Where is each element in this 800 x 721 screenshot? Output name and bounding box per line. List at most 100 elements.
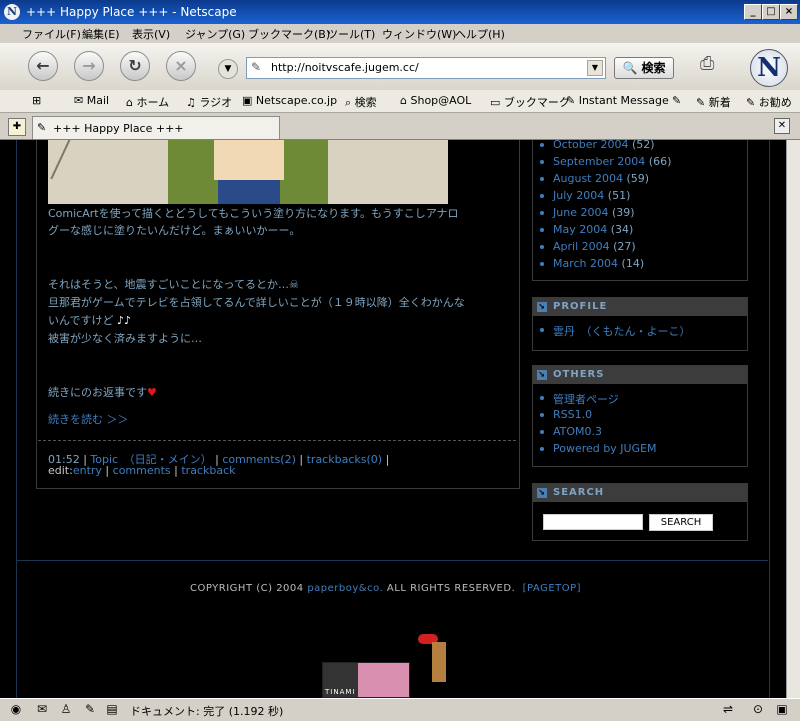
reload-button[interactable]: ↻ <box>120 51 150 81</box>
archive-item[interactable]: July 2004 (51) <box>539 189 630 202</box>
blog-search-button[interactable]: SEARCH <box>649 514 713 531</box>
profile-header: ↘ PROFILE <box>533 298 747 316</box>
close-tab-button[interactable]: ✕ <box>774 118 790 134</box>
menu-file[interactable]: ファイル(F) <box>22 26 81 42</box>
address-book-icon[interactable]: ▤ <box>104 702 120 716</box>
archive-item[interactable]: August 2004 (59) <box>539 172 649 185</box>
bookmark-folder[interactable]: ▭ ブックマーク <box>490 94 570 110</box>
archive-item[interactable]: June 2004 (39) <box>540 206 635 219</box>
blog-search-input[interactable] <box>543 514 643 530</box>
edit-entry-link[interactable]: entry <box>73 464 102 477</box>
page-icon: ✎ <box>37 121 47 134</box>
page-content: ComicArtを使って描くとどうしてもこういう塗り方になります。もうすこしアナ… <box>0 140 786 698</box>
menu-go[interactable]: ジャンプ(G) <box>185 26 245 42</box>
connection-icon: ⇌ <box>722 702 734 716</box>
history-dropdown-icon[interactable]: ▼ <box>218 59 238 79</box>
tab-grid-icon[interactable]: ⊞ <box>32 94 41 107</box>
back-button[interactable]: ← <box>28 51 58 81</box>
bookmark-new[interactable]: ✎ 新着 <box>696 94 731 110</box>
bookmark-search[interactable]: ⌕ 検索 <box>345 94 377 110</box>
profile-name-link[interactable]: 雲丹 （くもたん・よーこ） <box>540 323 691 339</box>
bookmark-instant-message[interactable]: ✎ Instant Message <box>566 94 669 107</box>
admin-page-link[interactable]: 管理者ページ <box>540 391 619 407</box>
mail-icon[interactable]: ✉ <box>34 702 50 716</box>
arrow-icon: ↘ <box>537 302 547 312</box>
edit-comments-link[interactable]: comments <box>113 464 171 477</box>
archive-item[interactable]: May 2004 (34) <box>539 223 633 236</box>
entry-line-7: 続きにのお返事です♥ <box>48 386 157 399</box>
navigator-icon[interactable]: ◉ <box>8 702 24 716</box>
netscape-app-icon: N <box>4 4 20 20</box>
rss-link[interactable]: RSS1.0 <box>539 408 592 421</box>
vertical-scrollbar[interactable] <box>786 140 800 698</box>
menu-edit[interactable]: 編集(E) <box>82 26 120 42</box>
bookmark-radio[interactable]: ♫ ラジオ <box>186 94 232 110</box>
menu-tools[interactable]: ツール(T) <box>327 26 375 42</box>
archive-item[interactable]: September 2004 (66) <box>539 155 671 168</box>
aim-icon[interactable]: ♙ <box>58 702 74 716</box>
archive-item[interactable]: March 2004 (14) <box>539 257 644 270</box>
bookmark-netscape[interactable]: ▣ Netscape.co.jp <box>242 94 337 107</box>
powered-by-link[interactable]: Powered by JUGEM <box>540 442 657 455</box>
arrow-icon: ↘ <box>537 370 547 380</box>
tinami-banner[interactable]: TINAMI <box>322 662 410 698</box>
status-bar: ◉ ✉ ♙ ✎ ▤ ドキュメント: 完了 (1.192 秒) ⇌ ⊙ ▣ <box>0 698 800 721</box>
read-more-link[interactable]: 続きを読む ＞＞ <box>48 411 129 429</box>
page-icon: ✎ <box>251 60 262 74</box>
url-dropdown-icon[interactable]: ▼ <box>587 60 603 76</box>
footer-divider <box>16 560 768 561</box>
window-title: +++ Happy Place +++ - Netscape <box>26 5 237 19</box>
url-text: http://noitvscafe.jugem.cc/ <box>271 61 419 74</box>
composer-icon[interactable]: ✎ <box>82 702 98 716</box>
entry-edit-links: edit:entry | comments | trackback <box>48 464 236 477</box>
status-text: ドキュメント: 完了 (1.192 秒) <box>130 705 284 718</box>
archive-item[interactable]: April 2004 (27) <box>540 240 636 253</box>
paperboy-link[interactable]: paperboy&co. <box>307 583 383 594</box>
bookmark-recommend[interactable]: ✎ お勧め <box>746 94 792 110</box>
copyright: COPYRIGHT (C) 2004 paperboy&co. ALL RIGH… <box>190 583 582 594</box>
menu-window[interactable]: ウィンドウ(W) <box>382 26 456 42</box>
maximize-button[interactable]: □ <box>762 4 780 20</box>
title-bar: N +++ Happy Place +++ - Netscape _ □ × <box>0 0 800 24</box>
heart-icon: ♥ <box>147 386 157 399</box>
tab-bar: ✚ ✎ +++ Happy Place +++ ✕ <box>0 113 800 140</box>
entry-illustration <box>48 140 448 204</box>
entry-line-2: グーな感じに塗りたいんだけど。まぁいいかーー。 <box>48 224 301 237</box>
close-button[interactable]: × <box>780 4 798 20</box>
archive-item[interactable]: October 2004 (52) <box>540 140 655 151</box>
atom-link[interactable]: ATOM0.3 <box>539 425 602 438</box>
url-field[interactable]: ✎ http://noitvscafe.jugem.cc/ ▼ <box>246 57 606 79</box>
stop-button[interactable]: × <box>166 51 196 81</box>
others-box: ↘ OTHERS 管理者ページ RSS1.0 ATOM0.3 Powered by… <box>532 365 748 467</box>
entry-line-1: ComicArtを使って描くとどうしてもこういう塗り方になります。もうすこしアナ… <box>48 207 459 220</box>
minimize-button[interactable]: _ <box>744 4 762 20</box>
tab-happy-place[interactable]: ✎ +++ Happy Place +++ <box>32 116 280 139</box>
search-box: ↘ SEARCH SEARCH <box>532 483 748 541</box>
bookmark-pencil-icon[interactable]: ✎ <box>672 94 681 107</box>
trackbacks-link[interactable]: trackbacks(0) <box>307 453 382 466</box>
edit-trackback-link[interactable]: trackback <box>181 464 235 477</box>
entry-line-6: 被害が少なく済みますように… <box>48 332 202 345</box>
arrow-icon: ↘ <box>537 488 547 498</box>
entry-line-3: それはそうと、地震すごいことになってるとか…☠ <box>48 278 299 291</box>
entry-line-5: いんですけど ♪♪ <box>48 314 131 327</box>
menu-view[interactable]: 表示(V) <box>132 26 170 42</box>
forward-button[interactable]: → <box>74 51 104 81</box>
search-button[interactable]: 🔍 検索 <box>614 57 674 79</box>
bookmark-home[interactable]: ⌂ ホーム <box>126 94 169 110</box>
menu-help[interactable]: ヘルプ(H) <box>455 26 505 42</box>
navigation-toolbar: ← → ↻ × ▼ ✎ http://noitvscafe.jugem.cc/ … <box>0 43 800 91</box>
others-header: ↘ OTHERS <box>533 366 747 384</box>
entry-line-4: 旦那君がゲームでテレビを占領してるんで詳しいことが（１９時以降）全くわかんな <box>48 296 465 309</box>
new-tab-icon[interactable]: ✚ <box>8 118 26 136</box>
character-banner[interactable] <box>418 634 462 694</box>
skull-emoji-icon: ☠ <box>289 278 299 291</box>
menu-bookmarks[interactable]: ブックマーク(B) <box>248 26 330 42</box>
netscape-logo[interactable]: N <box>750 49 788 87</box>
print-icon[interactable]: ⎙ <box>700 53 726 75</box>
menu-bar: ファイル(F) 編集(E) 表示(V) ジャンプ(G) ブックマーク(B) ツー… <box>0 24 800 42</box>
profile-box: ↘ PROFILE 雲丹 （くもたん・よーこ） <box>532 297 748 351</box>
bookmark-shop-aol[interactable]: ⌂ Shop@AOL <box>400 94 471 107</box>
bookmark-mail[interactable]: ✉ Mail <box>74 94 109 107</box>
pagetop-link[interactable]: [PAGETOP] <box>523 583 581 594</box>
